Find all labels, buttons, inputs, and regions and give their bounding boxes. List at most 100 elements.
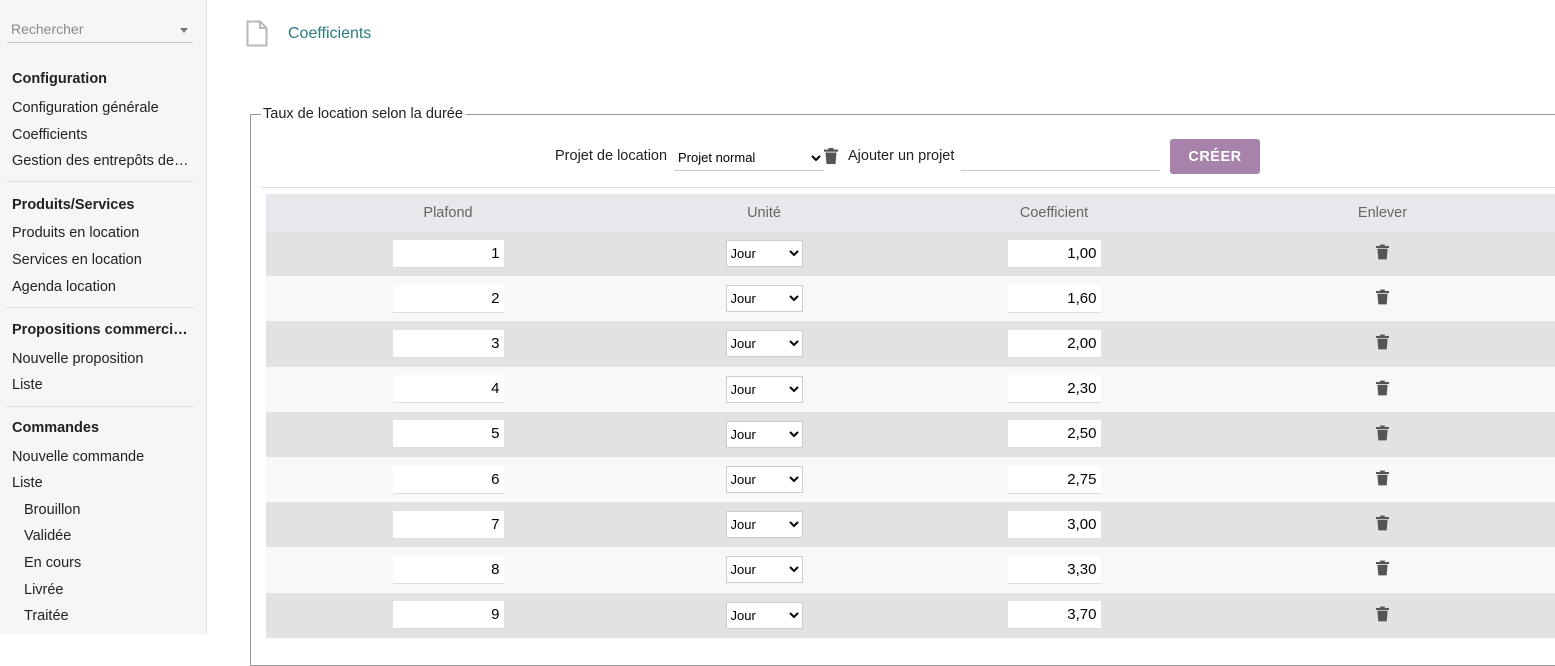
cell-enlever (1210, 456, 1555, 503)
menu-section-propositions: Propositions commerci… Nouvelle proposit… (6, 307, 194, 406)
table-row: Jour (266, 321, 1555, 367)
cell-enlever (1210, 231, 1555, 277)
trash-icon[interactable] (1376, 470, 1389, 489)
cell-unite: Jour (630, 366, 898, 412)
menu-title-commandes[interactable]: Commandes (12, 420, 194, 436)
menu-subitem-livree[interactable]: Livrée (24, 582, 206, 598)
menu-item-agenda-location[interactable]: Agenda location (12, 279, 194, 295)
add-project-input[interactable] (961, 145, 1160, 171)
coefficient-input[interactable] (1007, 284, 1101, 313)
menu-item-coefficients[interactable]: Coefficients (12, 127, 194, 143)
search-placeholder: Rechercher (11, 21, 84, 37)
menu-section-configuration: Configuration Configuration générale Coe… (6, 62, 194, 180)
unit-select[interactable]: Jour (725, 420, 803, 448)
unit-select[interactable]: Jour (725, 240, 803, 268)
coefficient-input[interactable] (1007, 555, 1101, 584)
menu-item-nouvelle-proposition[interactable]: Nouvelle proposition (12, 351, 194, 367)
menu-item-configuration-generale[interactable]: Configuration générale (12, 100, 194, 116)
menu-section-commandes: Commandes Nouvelle commande Liste Brouil… (6, 406, 194, 634)
project-bar: Projet de location Projet normal Ajouter… (207, 0, 1555, 190)
unit-select[interactable]: Jour (725, 375, 803, 403)
coefficient-input[interactable] (1007, 375, 1101, 404)
unit-select[interactable]: Jour (725, 511, 803, 539)
menu-item-liste-propositions[interactable]: Liste (12, 377, 194, 393)
menu-item-services-location[interactable]: Services en location (12, 252, 194, 268)
cell-plafond (266, 321, 630, 367)
project-label: Projet de location (555, 148, 668, 164)
cell-enlever (1210, 276, 1555, 322)
trash-icon[interactable] (1376, 380, 1389, 399)
plafond-input[interactable] (392, 465, 504, 494)
table-row: Jour (266, 502, 1555, 548)
cell-plafond (266, 411, 630, 457)
coefficient-input[interactable] (1007, 420, 1101, 449)
menu-title-produits-services[interactable]: Produits/Services (12, 197, 194, 213)
menu-item-produits-location[interactable]: Produits en location (12, 225, 194, 241)
cell-plafond (266, 592, 630, 638)
unit-select[interactable]: Jour (725, 466, 803, 494)
menu-subitem-validee[interactable]: Validée (24, 528, 206, 544)
trash-icon[interactable] (1376, 334, 1389, 353)
table-header-row: Plafond Unité Coefficient Enlever (266, 194, 1555, 231)
cell-unite: Jour (630, 276, 898, 322)
trash-icon[interactable] (1376, 606, 1389, 625)
coefficient-input[interactable] (1007, 329, 1101, 358)
trash-icon[interactable] (824, 148, 838, 167)
table-row: Jour (266, 456, 1555, 503)
coefficient-input[interactable] (1007, 510, 1101, 539)
menu-subitem-brouillon[interactable]: Brouillon (24, 502, 206, 518)
plafond-input[interactable] (392, 555, 504, 584)
cell-plafond (266, 547, 630, 593)
unit-select[interactable]: Jour (725, 556, 803, 584)
cell-coefficient (898, 276, 1210, 322)
menu-section-produits-services: Produits/Services Produits en location S… (6, 181, 194, 307)
menu-item-liste-commandes[interactable]: Liste (12, 475, 194, 491)
chevron-down-icon[interactable] (180, 28, 188, 33)
trash-icon[interactable] (1376, 244, 1389, 263)
plafond-input[interactable] (392, 510, 504, 539)
plafond-input[interactable] (392, 239, 504, 268)
search-combo[interactable]: Rechercher (7, 17, 193, 43)
trash-icon[interactable] (1376, 425, 1389, 444)
cell-unite: Jour (630, 321, 898, 367)
divider (261, 187, 1555, 188)
coefficient-input[interactable] (1007, 465, 1101, 494)
coefficients-table: Plafond Unité Coefficient Enlever Jour Jo… (266, 194, 1555, 638)
coefficient-input[interactable] (1007, 601, 1101, 630)
coefficient-input[interactable] (1007, 239, 1101, 268)
plafond-input[interactable] (392, 601, 504, 630)
menu-title-configuration[interactable]: Configuration (12, 71, 194, 87)
plafond-input[interactable] (392, 375, 504, 404)
cell-coefficient (898, 231, 1210, 277)
unit-select[interactable]: Jour (725, 330, 803, 358)
cell-plafond (266, 276, 630, 322)
table-row: Jour (266, 592, 1555, 638)
trash-icon[interactable] (1376, 515, 1389, 534)
trash-icon[interactable] (1376, 289, 1389, 308)
cell-plafond (266, 502, 630, 548)
menu-subitem-traitee[interactable]: Traitée (24, 608, 206, 624)
unit-select[interactable]: Jour (725, 285, 803, 313)
table-row: Jour (266, 411, 1555, 457)
plafond-input[interactable] (392, 284, 504, 313)
menu-subitem-en-cours[interactable]: En cours (24, 555, 206, 571)
cell-enlever (1210, 411, 1555, 457)
menu-item-nouvelle-commande[interactable]: Nouvelle commande (12, 449, 194, 465)
cell-unite: Jour (630, 411, 898, 457)
cell-unite: Jour (630, 547, 898, 593)
cell-enlever (1210, 321, 1555, 367)
menu-title-propositions[interactable]: Propositions commerci… (12, 322, 194, 338)
plafond-input[interactable] (392, 420, 504, 449)
table-row: Jour (266, 366, 1555, 412)
sidebar: Rechercher Configuration Configuration g… (0, 0, 207, 634)
create-button[interactable]: CRÉER (1170, 139, 1260, 174)
plafond-input[interactable] (392, 329, 504, 358)
add-project-label: Ajouter un projet (848, 148, 955, 164)
menu-item-gestion-entrepots[interactable]: Gestion des entrepôts de… (12, 153, 194, 169)
cell-enlever (1210, 547, 1555, 593)
unit-select[interactable]: Jour (725, 601, 803, 629)
trash-icon[interactable] (1376, 560, 1389, 579)
cell-coefficient (898, 411, 1210, 457)
project-select[interactable]: Projet normal (674, 145, 824, 171)
cell-unite: Jour (630, 592, 898, 638)
